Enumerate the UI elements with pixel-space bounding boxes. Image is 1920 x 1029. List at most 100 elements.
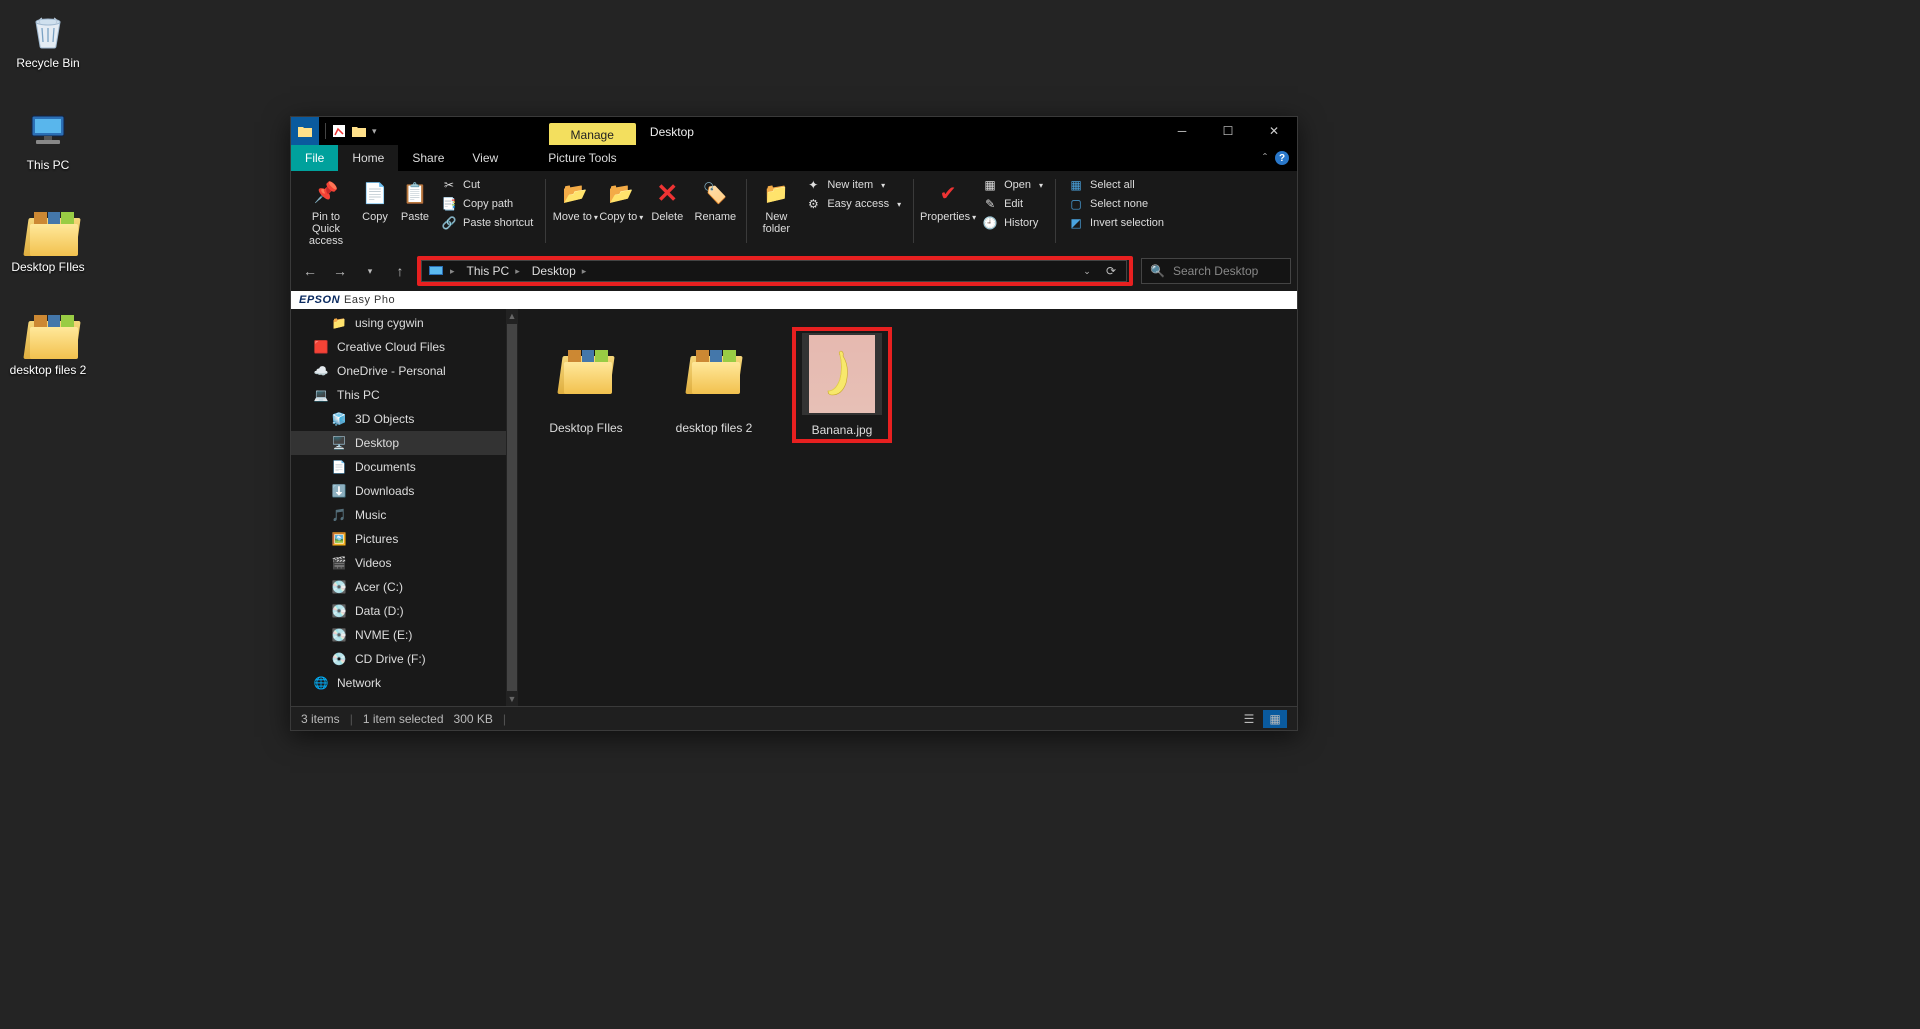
search-input[interactable]: 🔍 Search Desktop [1141,258,1291,284]
ribbon-tabs: File Home Share View Picture Tools ˆ ? [291,145,1297,171]
nav-item-documents[interactable]: 📄Documents [291,455,506,479]
minimize-button[interactable]: ─ [1159,117,1205,145]
copy-path-button[interactable]: 📑Copy path [439,196,535,212]
nav-item-onedrive[interactable]: ☁️OneDrive - Personal [291,359,506,383]
scroll-up-icon[interactable]: ▲ [506,309,518,323]
cube-icon: 🧊 [331,412,347,426]
pin-to-quick-access-button[interactable]: 📌 Pin to Quick access [297,175,355,247]
open-button[interactable]: ▦Open▾ [980,177,1045,193]
back-button[interactable]: ← [297,258,323,284]
up-button[interactable]: ↑ [387,258,413,284]
refresh-button[interactable]: ⟳ [1100,260,1122,282]
tab-share[interactable]: Share [398,145,458,171]
nav-item-cd-f[interactable]: 💿CD Drive (F:) [291,647,506,671]
qat-folder-icon[interactable] [352,125,366,137]
ribbon: 📌 Pin to Quick access 📄 Copy 📋 Paste ✂Cu… [291,171,1297,251]
nav-item-this-pc[interactable]: 💻This PC [291,383,506,407]
nav-item-desktop[interactable]: 🖥️Desktop [291,431,506,455]
navigation-pane[interactable]: 📁using cygwin🟥Creative Cloud Files☁️OneD… [291,309,506,706]
qat-properties-icon[interactable] [332,124,346,138]
nav-item-data-d[interactable]: 💽Data (D:) [291,599,506,623]
system-menu-icon[interactable] [291,117,319,145]
nav-item-music[interactable]: 🎵Music [291,503,506,527]
nav-item-network[interactable]: 🌐Network [291,671,506,695]
paste-shortcut-button[interactable]: 🔗Paste shortcut [439,215,535,231]
history-icon: 🕘 [982,216,998,230]
address-bar-highlighted: ▸ This PC▸ Desktop▸ ⌄ ⟳ [417,256,1133,286]
recent-locations-button[interactable]: ▾ [357,258,383,284]
nav-item-3d-objects[interactable]: 🧊3D Objects [291,407,506,431]
file-item-desktop-files-2-folder[interactable]: desktop files 2 [664,327,764,439]
move-to-button[interactable]: 📂 Move to▾ [552,175,598,247]
address-root-icon[interactable]: ▸ [422,261,461,281]
open-icon: ▦ [982,178,998,192]
desktop-icon-recycle-bin[interactable]: Recycle Bin [8,8,88,70]
doc-icon: 📄 [331,460,347,474]
nav-item-creative-cloud[interactable]: 🟥Creative Cloud Files [291,335,506,359]
rename-icon: 🏷️ [703,179,728,207]
select-all-icon: ▦ [1068,178,1084,192]
nav-item-pictures[interactable]: 🖼️Pictures [291,527,506,551]
breadcrumb-this-pc[interactable]: This PC▸ [461,261,526,281]
file-item-banana-jpg[interactable]: Banana.jpg [792,327,892,443]
maximize-button[interactable]: ☐ [1205,117,1251,145]
drive-icon: 💽 [331,628,347,642]
tab-file[interactable]: File [291,145,338,171]
select-none-button[interactable]: ▢Select none [1066,196,1166,212]
tab-home[interactable]: Home [338,145,398,171]
history-button[interactable]: 🕘History [980,215,1045,231]
tab-view[interactable]: View [458,145,512,171]
select-all-button[interactable]: ▦Select all [1066,177,1166,193]
desktop-icon-desktop-files[interactable]: Desktop FIles [8,212,88,274]
edit-button[interactable]: ✎Edit [980,196,1045,212]
nav-item-videos[interactable]: 🎬Videos [291,551,506,575]
this-pc-icon [26,110,70,154]
address-dropdown-button[interactable]: ⌄ [1076,260,1098,282]
properties-button[interactable]: ✔ Properties▾ [920,175,976,247]
navigation-scrollbar[interactable]: ▲ ▼ [506,309,518,706]
status-selected: 1 item selected [363,712,444,726]
contextual-tab-manage[interactable]: Manage [549,123,636,145]
status-bar: 3 items | 1 item selected 300 KB | ☰ ▦ [291,706,1297,730]
tab-picture-tools[interactable]: Picture Tools [534,145,630,171]
vid-icon: 🎬 [331,556,347,570]
delete-button[interactable]: ✕ Delete [644,175,690,247]
view-details-button[interactable]: ☰ [1237,710,1261,728]
invert-selection-button[interactable]: ◩Invert selection [1066,215,1166,231]
nav-item-nvme-e[interactable]: 💽NVME (E:) [291,623,506,647]
nav-item-acer-c[interactable]: 💽Acer (C:) [291,575,506,599]
qat-customize-icon[interactable]: ▾ [372,126,377,137]
desktop-icon-label: desktop files 2 [10,363,87,377]
copy-to-button[interactable]: 📂 Copy to▾ [598,175,644,247]
collapse-ribbon-icon[interactable]: ˆ [1263,151,1267,165]
file-item-desktop-files-folder[interactable]: Desktop FIles [536,327,636,439]
nav-item-using-cygwin[interactable]: 📁using cygwin [291,311,506,335]
edit-icon: ✎ [982,197,998,211]
easy-access-button[interactable]: ⚙Easy access▾ [803,196,903,212]
forward-button[interactable]: → [327,258,353,284]
scroll-thumb[interactable] [507,324,517,691]
view-large-icons-button[interactable]: ▦ [1263,710,1287,728]
titlebar[interactable]: ▾ Manage Desktop ─ ☐ ✕ [291,117,1297,145]
copy-button[interactable]: 📄 Copy [355,175,395,247]
desktop-icon-desktop-files-2[interactable]: desktop files 2 [8,315,88,377]
music-icon: 🎵 [331,508,347,522]
new-folder-button[interactable]: 📁 New folder [753,175,799,247]
properties-icon: ✔ [940,179,957,207]
epson-toolbar[interactable]: EPSON Easy Pho [291,291,1297,309]
nav-item-downloads[interactable]: ⬇️Downloads [291,479,506,503]
content-pane[interactable]: Desktop FIles desktop files 2 Banana.jpg [518,309,1297,706]
cut-button[interactable]: ✂Cut [439,177,535,193]
scroll-down-icon[interactable]: ▼ [506,692,518,706]
help-icon[interactable]: ? [1275,151,1289,165]
address-bar[interactable]: ▸ This PC▸ Desktop▸ ⌄ ⟳ [421,260,1127,282]
folder-icon [26,212,70,256]
rename-button[interactable]: 🏷️ Rename [690,175,740,247]
file-item-label: desktop files 2 [676,421,753,435]
breadcrumb-desktop[interactable]: Desktop▸ [526,261,593,281]
desktop-icon-this-pc[interactable]: This PC [8,110,88,172]
paste-button[interactable]: 📋 Paste [395,175,435,247]
new-item-button[interactable]: ✦New item▾ [803,177,903,193]
close-button[interactable]: ✕ [1251,117,1297,145]
new-folder-icon: 📁 [764,179,789,207]
